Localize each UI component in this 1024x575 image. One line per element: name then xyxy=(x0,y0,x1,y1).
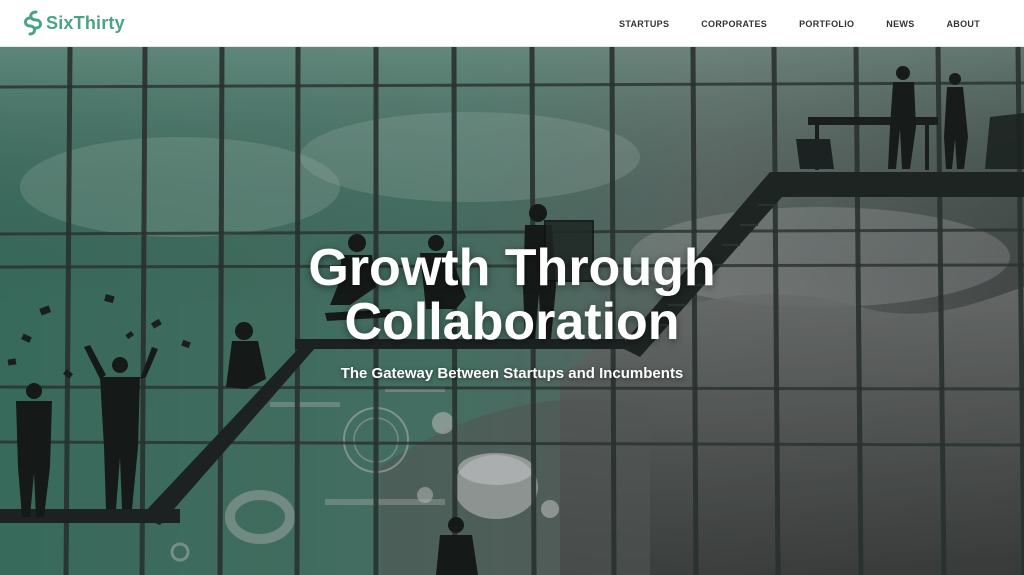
nav-news[interactable]: NEWS xyxy=(886,19,914,29)
hero-title-line-2: Collaboration xyxy=(344,293,680,351)
logo-icon xyxy=(24,10,42,36)
nav-corporates[interactable]: CORPORATES xyxy=(701,19,767,29)
brand-name: SixThirty xyxy=(46,12,125,33)
hero-title: Growth Through Collaboration xyxy=(0,241,1024,349)
hero-subtitle: The Gateway Between Startups and Incumbe… xyxy=(340,365,684,382)
nav-startups[interactable]: STARTUPS xyxy=(619,19,669,29)
nav-portfolio[interactable]: PORTFOLIO xyxy=(799,19,854,29)
hero-title-line-1: Growth Through xyxy=(308,239,716,297)
brand-logo[interactable]: SixThirty xyxy=(24,9,125,37)
hero-section: Growth Through Collaboration The Gateway… xyxy=(0,47,1024,575)
site-header: SixThirty STARTUPS CORPORATES PORTFOLIO … xyxy=(0,0,1024,47)
main-nav: STARTUPS CORPORATES PORTFOLIO NEWS ABOUT xyxy=(587,0,980,47)
nav-about[interactable]: ABOUT xyxy=(947,19,981,29)
